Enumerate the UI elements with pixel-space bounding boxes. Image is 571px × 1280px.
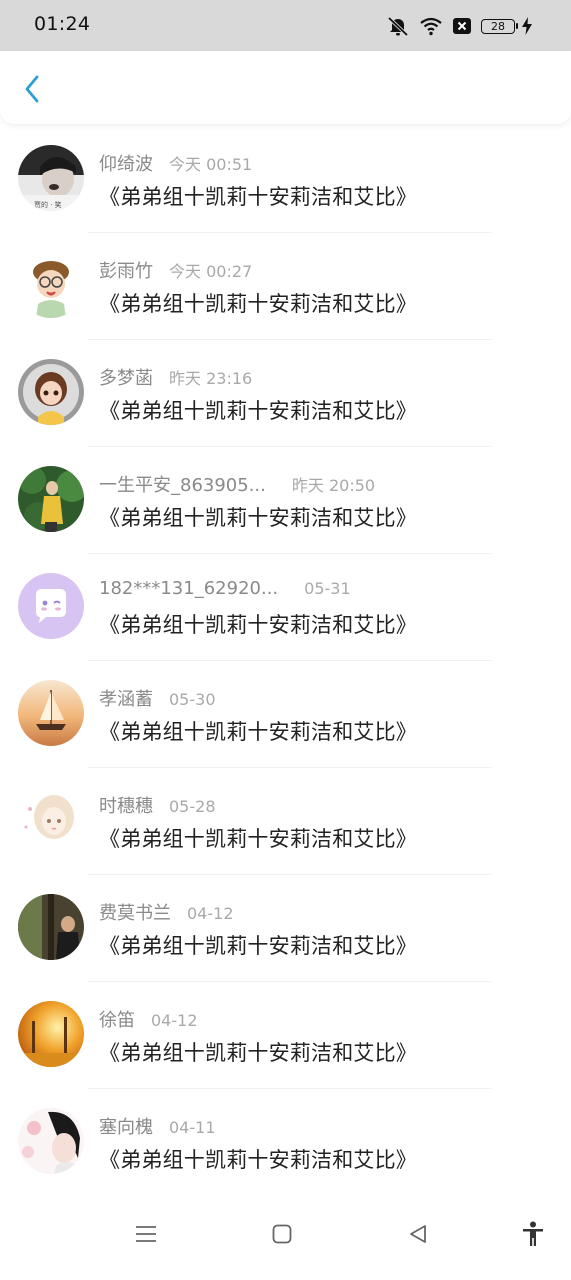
contact-name: 仰绮波	[99, 154, 153, 175]
message-list: 贾的 · 笑 仰绮波 今天 00:51 《弟弟组十凯莉十安莉洁和艾比》 彭雨竹 …	[0, 126, 571, 1196]
message-preview: 《弟弟组十凯莉十安莉洁和艾比》	[99, 720, 417, 744]
contact-name: 孝涵蓄	[99, 689, 153, 710]
list-item[interactable]: 贾的 · 笑 仰绮波 今天 00:51 《弟弟组十凯莉十安莉洁和艾比》	[0, 126, 571, 233]
avatar	[18, 680, 84, 746]
message-preview: 《弟弟组十凯莉十安莉洁和艾比》	[99, 1041, 417, 1065]
list-item[interactable]: 塞向槐 04-11 《弟弟组十凯莉十安莉洁和艾比》	[0, 1089, 571, 1196]
mute-icon	[387, 16, 409, 37]
list-item[interactable]: 多梦菡 昨天 23:16 《弟弟组十凯莉十安莉洁和艾比》	[0, 340, 571, 447]
message-preview: 《弟弟组十凯莉十安莉洁和艾比》	[99, 613, 417, 637]
message-time: 04-12	[187, 904, 234, 923]
home-square-icon	[272, 1224, 292, 1244]
avatar	[18, 466, 84, 532]
avatar	[18, 1108, 84, 1174]
list-item[interactable]: 彭雨竹 今天 00:27 《弟弟组十凯莉十安莉洁和艾比》	[0, 233, 571, 340]
message-time: 今天 00:27	[169, 262, 253, 281]
message-time: 昨天 23:16	[169, 369, 253, 388]
message-preview: 《弟弟组十凯莉十安莉洁和艾比》	[99, 827, 417, 851]
avatar	[18, 1001, 84, 1067]
status-icons: 28	[386, 14, 533, 38]
message-preview: 《弟弟组十凯莉十安莉洁和艾比》	[99, 934, 417, 958]
message-preview: 《弟弟组十凯莉十安莉洁和艾比》	[99, 399, 417, 423]
back-triangle-icon	[410, 1225, 426, 1243]
battery-icon: 28	[481, 18, 518, 34]
message-time: 04-11	[169, 1118, 216, 1137]
menu-button[interactable]	[131, 1219, 161, 1249]
message-time: 05-30	[169, 690, 216, 709]
avatar	[18, 787, 84, 853]
top-header	[0, 51, 571, 124]
accessibility-icon	[523, 1221, 543, 1246]
message-preview: 《弟弟组十凯莉十安莉洁和艾比》	[99, 185, 417, 209]
contact-name: 一生平安_863905...	[99, 475, 266, 496]
system-nav-bar	[0, 1188, 571, 1280]
message-time: 04-12	[151, 1011, 198, 1030]
list-item[interactable]: 费莫书兰 04-12 《弟弟组十凯莉十安莉洁和艾比》	[0, 875, 571, 982]
charging-icon	[522, 17, 532, 35]
back-button[interactable]	[14, 71, 50, 107]
sim-off-icon	[453, 18, 471, 34]
home-button[interactable]	[267, 1219, 297, 1249]
status-bar: 01:24 28	[0, 0, 571, 51]
contact-name: 时穗穗	[99, 796, 153, 817]
avatar: 贾的 · 笑	[18, 145, 84, 211]
message-preview: 《弟弟组十凯莉十安莉洁和艾比》	[99, 292, 417, 316]
contact-name: 塞向槐	[99, 1117, 153, 1138]
avatar	[18, 359, 84, 425]
message-time: 05-28	[169, 797, 216, 816]
list-item[interactable]: 孝涵蓄 05-30 《弟弟组十凯莉十安莉洁和艾比》	[0, 661, 571, 768]
accessibility-button[interactable]	[518, 1219, 548, 1249]
list-item[interactable]: 182***131_62920... 05-31 《弟弟组十凯莉十安莉洁和艾比》	[0, 554, 571, 661]
battery-level: 28	[491, 19, 505, 33]
menu-icon	[136, 1226, 156, 1242]
svg-text:贾的 · 笑: 贾的 · 笑	[34, 200, 62, 209]
contact-name: 182***131_62920...	[99, 578, 279, 599]
message-time: 昨天 20:50	[291, 476, 376, 495]
message-preview: 《弟弟组十凯莉十安莉洁和艾比》	[99, 1148, 417, 1172]
contact-name: 彭雨竹	[99, 261, 153, 282]
message-preview: 《弟弟组十凯莉十安莉洁和艾比》	[99, 506, 417, 530]
contact-name: 费莫书兰	[99, 903, 171, 924]
status-time: 01:24	[34, 13, 91, 35]
list-item[interactable]: 时穗穗 05-28 《弟弟组十凯莉十安莉洁和艾比》	[0, 768, 571, 875]
list-item[interactable]: 一生平安_863905... 昨天 20:50 《弟弟组十凯莉十安莉洁和艾比》	[0, 447, 571, 554]
list-item[interactable]: 徐笛 04-12 《弟弟组十凯莉十安莉洁和艾比》	[0, 982, 571, 1089]
avatar	[18, 573, 84, 639]
message-time: 今天 00:51	[169, 155, 253, 174]
message-time: 05-31	[304, 579, 351, 598]
contact-name: 徐笛	[99, 1010, 135, 1031]
contact-name: 多梦菡	[99, 368, 153, 389]
wifi-icon	[420, 17, 442, 36]
avatar	[18, 252, 84, 318]
avatar	[18, 894, 84, 960]
chevron-left-icon	[25, 75, 39, 103]
back-nav-button[interactable]	[403, 1219, 433, 1249]
